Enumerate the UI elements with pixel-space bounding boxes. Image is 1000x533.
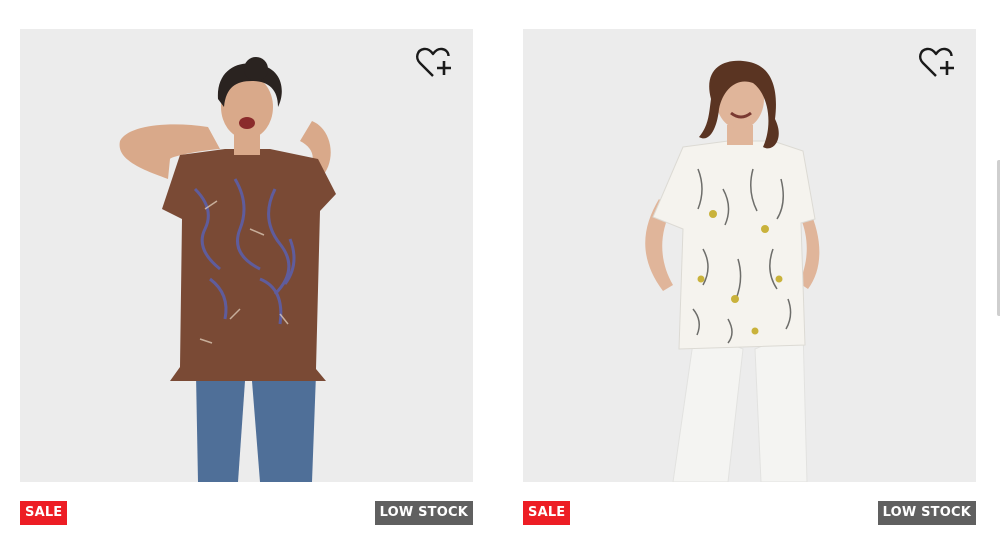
low-stock-badge: LOW STOCK — [877, 501, 976, 525]
low-stock-badge: LOW STOCK — [374, 501, 473, 525]
product-card[interactable]: SALE LOW STOCK — [20, 29, 473, 525]
sale-badge: SALE — [523, 501, 571, 525]
model-photo-floral-white-tunic — [645, 60, 820, 482]
wishlist-button[interactable] — [413, 43, 453, 83]
heart-plus-icon — [919, 47, 954, 77]
wishlist-button[interactable] — [916, 43, 956, 83]
product-grid: SALE LOW STOCK SALE LOW STOCK — [0, 0, 1000, 533]
product-image[interactable] — [523, 29, 976, 482]
product-card[interactable]: SALE LOW STOCK — [523, 29, 976, 525]
product-badges: SALE LOW STOCK — [523, 501, 976, 525]
product-badges: SALE LOW STOCK — [20, 501, 473, 525]
product-image[interactable] — [20, 29, 473, 482]
sale-badge: SALE — [20, 501, 68, 525]
model-photo-brown-tunic — [119, 57, 336, 482]
heart-plus-icon — [416, 47, 451, 77]
